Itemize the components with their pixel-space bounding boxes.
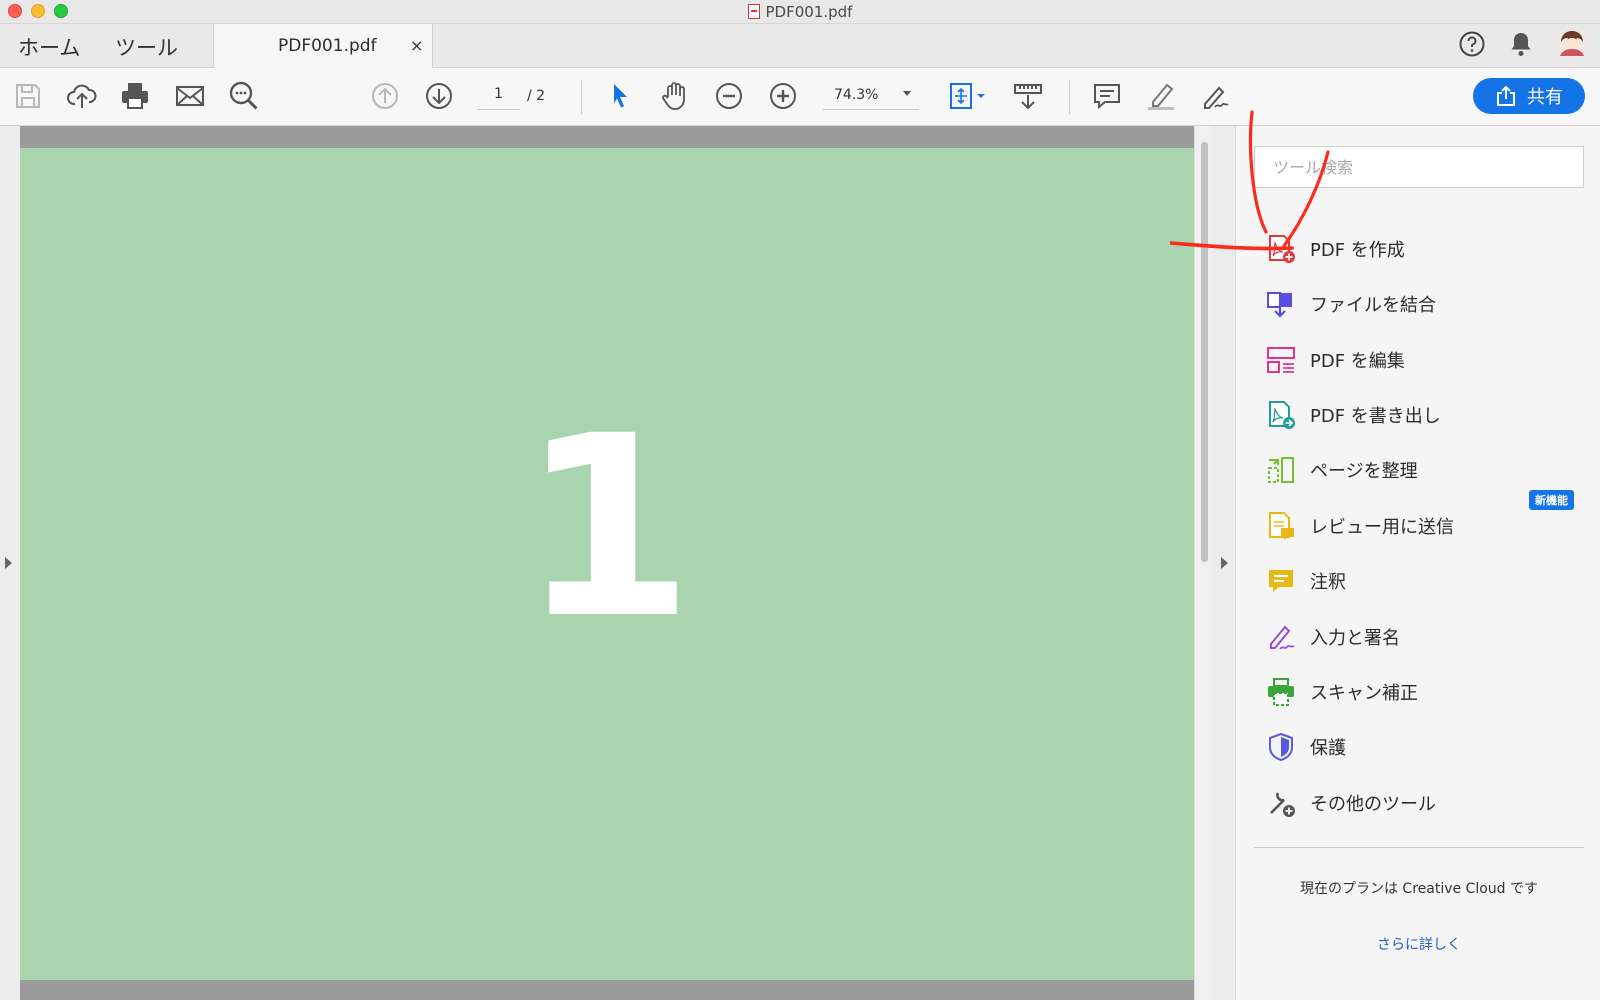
protect-shield-icon bbox=[1266, 732, 1296, 762]
tool-create-pdf[interactable]: PDF を作成 bbox=[1266, 227, 1586, 271]
tool-edit-pdf[interactable]: PDF を編集 bbox=[1266, 338, 1586, 382]
comment-tool-icon bbox=[1266, 566, 1296, 596]
document-viewer[interactable]: 1 bbox=[20, 126, 1194, 1000]
hand-icon[interactable] bbox=[659, 80, 691, 112]
more-tools-icon bbox=[1266, 788, 1296, 818]
window-title: PDF001.pdf bbox=[0, 3, 1600, 21]
pdf-page: 1 bbox=[20, 148, 1194, 980]
tool-export-pdf[interactable]: PDF を書き出し bbox=[1266, 393, 1586, 437]
fill-sign-icon bbox=[1266, 622, 1296, 652]
tool-search-input[interactable] bbox=[1254, 146, 1584, 188]
document-scrollbar[interactable] bbox=[1194, 126, 1212, 1000]
comment-icon[interactable] bbox=[1091, 80, 1123, 112]
zoom-in-icon[interactable] bbox=[767, 80, 799, 112]
page-content-number: 1 bbox=[520, 382, 694, 673]
upload-cloud-icon[interactable] bbox=[66, 80, 98, 112]
tool-label: PDF を作成 bbox=[1310, 240, 1405, 261]
tools-divider bbox=[1254, 847, 1584, 848]
chevron-down-icon bbox=[903, 91, 911, 96]
zoom-level-value: 74.3% bbox=[834, 87, 879, 103]
close-tab-icon[interactable]: × bbox=[410, 36, 423, 55]
print-icon[interactable] bbox=[119, 80, 151, 112]
tool-label: PDF を編集 bbox=[1310, 351, 1405, 372]
tool-label: 注釈 bbox=[1310, 572, 1346, 593]
save-icon[interactable] bbox=[12, 80, 44, 112]
tab-bar: ホーム ツール PDF001.pdf × bbox=[0, 24, 1600, 68]
scrollbar-thumb[interactable] bbox=[1201, 142, 1208, 562]
tool-organize-pages[interactable]: ページを整理 bbox=[1266, 448, 1586, 492]
tool-label: スキャン補正 bbox=[1310, 683, 1418, 704]
tool-label: ページを整理 bbox=[1310, 461, 1418, 482]
zoom-out-icon[interactable] bbox=[713, 80, 745, 112]
page-down-icon[interactable] bbox=[423, 80, 455, 112]
expand-left-icon bbox=[5, 557, 12, 569]
scroll-mode-icon[interactable] bbox=[1012, 80, 1044, 112]
collapse-right-icon bbox=[1221, 557, 1228, 569]
new-feature-badge: 新機能 bbox=[1529, 490, 1574, 510]
tool-combine-files[interactable]: ファイルを結合 bbox=[1266, 282, 1586, 326]
notification-bell-icon[interactable] bbox=[1508, 30, 1534, 62]
edit-pdf-icon bbox=[1266, 345, 1296, 375]
share-icon bbox=[1497, 85, 1515, 106]
tab-document-label: PDF001.pdf bbox=[278, 36, 377, 56]
learn-more-link[interactable]: さらに詳しく bbox=[1254, 934, 1584, 954]
user-avatar[interactable] bbox=[1556, 28, 1588, 64]
tool-scan-ocr[interactable]: スキャン補正 bbox=[1266, 670, 1586, 714]
plan-info: 現在のプランは Creative Cloud です bbox=[1299, 881, 1539, 897]
window-title-text: PDF001.pdf bbox=[765, 3, 853, 21]
title-bar: PDF001.pdf bbox=[0, 0, 1600, 24]
toolbar-divider bbox=[581, 80, 582, 114]
share-button[interactable]: 共有 bbox=[1473, 78, 1585, 114]
organize-pages-icon bbox=[1266, 455, 1296, 485]
tool-fill-sign[interactable]: 入力と署名 bbox=[1266, 615, 1586, 659]
mail-icon[interactable] bbox=[174, 80, 206, 112]
zoom-level-select[interactable]: 74.3% bbox=[823, 78, 919, 110]
tab-tools[interactable]: ツール bbox=[115, 32, 178, 62]
combine-files-icon bbox=[1266, 289, 1296, 319]
send-for-review-icon bbox=[1266, 511, 1296, 541]
tool-label: 入力と署名 bbox=[1310, 628, 1400, 649]
tool-label: ファイルを結合 bbox=[1310, 295, 1436, 316]
highlight-icon[interactable] bbox=[1145, 80, 1177, 112]
share-button-label: 共有 bbox=[1527, 87, 1563, 108]
pdf-file-icon bbox=[747, 4, 760, 19]
tool-more-tools[interactable]: その他のツール bbox=[1266, 781, 1586, 825]
scan-ocr-icon bbox=[1266, 677, 1296, 707]
page-up-icon[interactable] bbox=[369, 80, 401, 112]
right-panel-toggle[interactable] bbox=[1212, 126, 1236, 1000]
page-total: / 2 bbox=[527, 88, 546, 104]
main-toolbar: / 2 74.3% 共有 bbox=[0, 68, 1600, 126]
export-pdf-icon bbox=[1266, 400, 1296, 430]
tool-label: PDF を書き出し bbox=[1310, 406, 1441, 427]
tool-protect[interactable]: 保護 bbox=[1266, 725, 1586, 769]
tool-label: 保護 bbox=[1310, 738, 1346, 759]
fit-page-icon[interactable] bbox=[946, 80, 988, 112]
sign-icon[interactable] bbox=[1199, 80, 1231, 112]
search-zoom-icon[interactable] bbox=[228, 80, 260, 112]
tool-send-for-review[interactable]: レビュー用に送信 bbox=[1266, 504, 1586, 548]
create-pdf-icon bbox=[1266, 234, 1296, 264]
help-icon[interactable] bbox=[1458, 30, 1486, 62]
tools-pane: PDF を作成 ファイルを結合 PDF を編集 PDF を書き出し ページを整理… bbox=[1236, 126, 1600, 1000]
page-number-input[interactable] bbox=[477, 78, 520, 110]
tab-document[interactable]: PDF001.pdf × bbox=[213, 24, 433, 68]
tool-comment[interactable]: 注釈 bbox=[1266, 559, 1586, 603]
left-panel-toggle[interactable] bbox=[0, 126, 20, 1000]
tool-label: その他のツール bbox=[1310, 794, 1436, 815]
tool-label: レビュー用に送信 bbox=[1310, 517, 1454, 538]
toolbar-divider bbox=[1069, 80, 1070, 114]
select-arrow-icon[interactable] bbox=[604, 80, 636, 112]
tab-home[interactable]: ホーム bbox=[18, 32, 80, 62]
